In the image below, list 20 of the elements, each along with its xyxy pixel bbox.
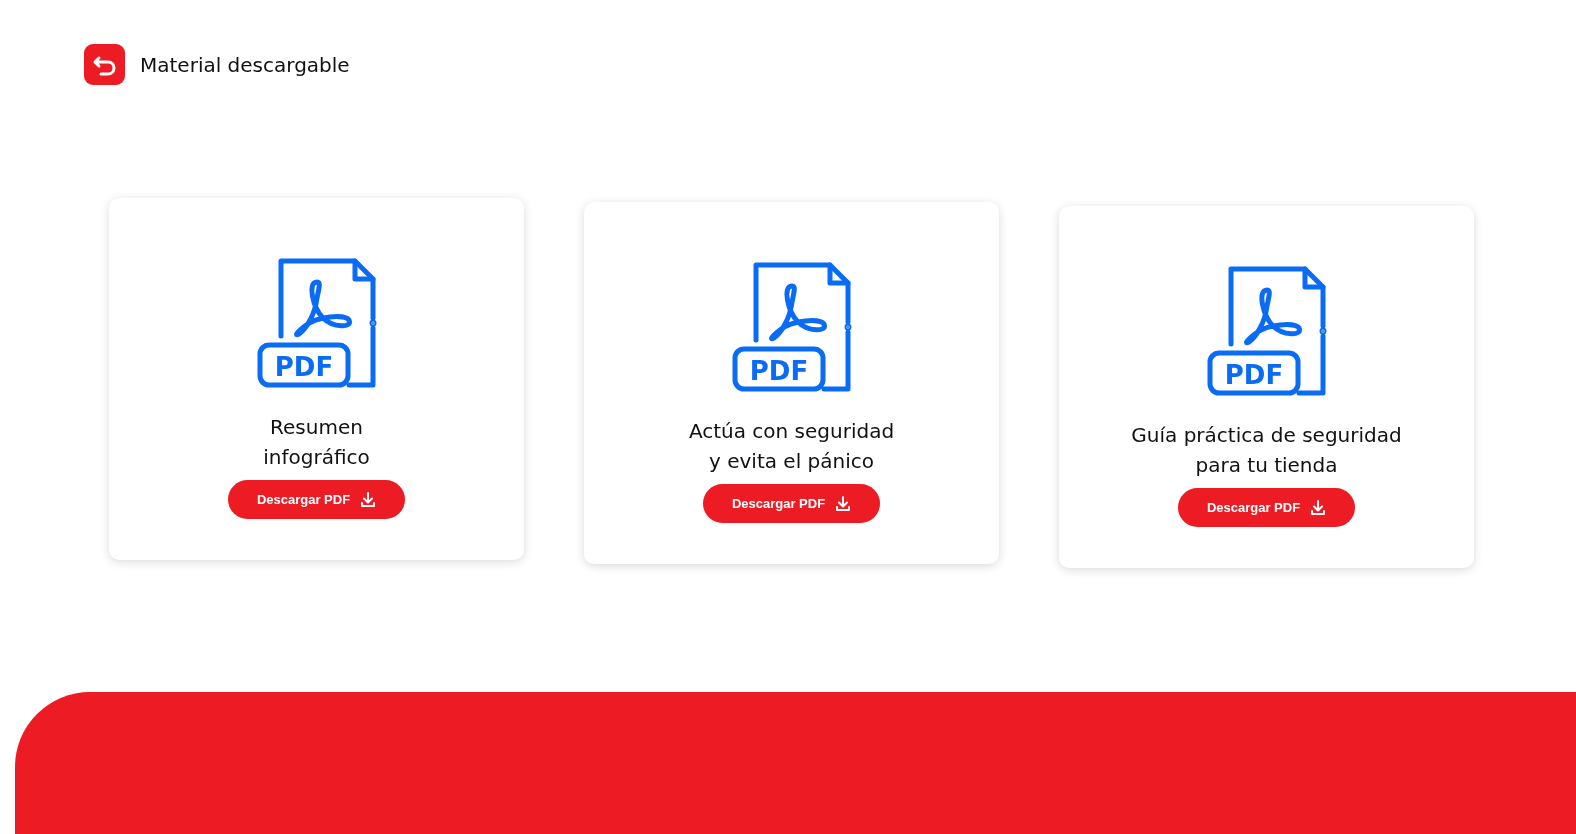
download-icon	[835, 495, 852, 512]
card-title: Guía práctica de seguridad	[1131, 422, 1402, 449]
download-button[interactable]: Descargar PDF	[228, 480, 405, 519]
pdf-file-icon	[1207, 266, 1326, 396]
pdf-file-icon	[732, 262, 851, 392]
download-icon	[360, 491, 377, 508]
pdf-label: PDF	[1224, 360, 1283, 390]
download-button[interactable]: Descargar PDF	[1178, 488, 1355, 527]
download-icon	[1310, 499, 1327, 516]
pdf-label: PDF	[274, 352, 333, 382]
card-title: Actúa con seguridad	[688, 418, 895, 445]
card-title: infográfico	[263, 444, 370, 471]
card-title: y evita el pánico	[709, 448, 874, 475]
pdf-file-icon	[257, 258, 376, 388]
download-button[interactable]: Descargar PDF	[703, 484, 880, 523]
page-title: Material descargable	[140, 52, 350, 77]
back-icon[interactable]	[84, 44, 125, 85]
card-title: Resumen	[270, 414, 363, 441]
card-title: para tu tienda	[1195, 452, 1338, 479]
pdf-label: PDF	[749, 356, 808, 386]
